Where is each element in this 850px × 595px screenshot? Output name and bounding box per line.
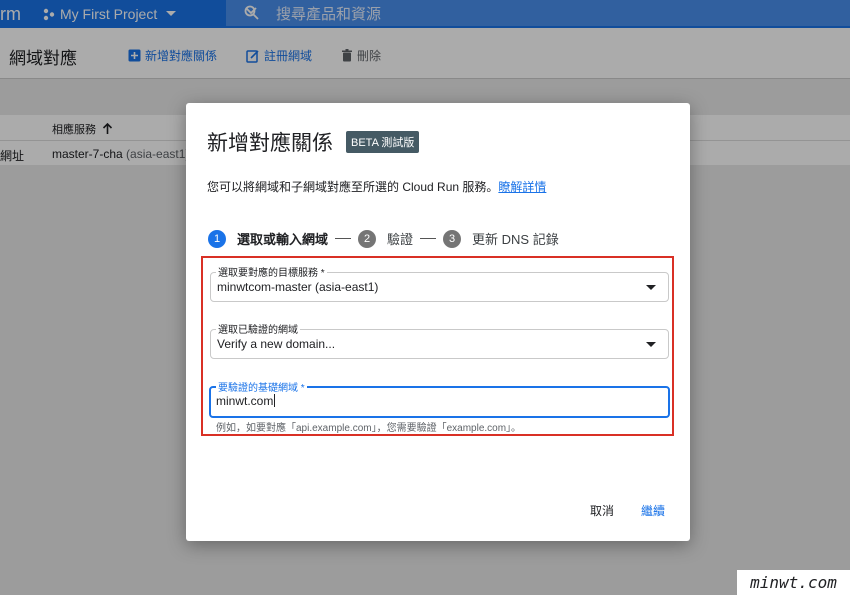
base-domain-label: 要驗證的基礎網域 *: [216, 379, 307, 394]
target-service-value: minwtcom-master (asia-east1): [217, 280, 379, 294]
step-3-label: 更新 DNS 記錄: [472, 232, 559, 247]
beta-badge: BETA 測試版: [346, 131, 420, 153]
step-divider: [335, 238, 352, 239]
dropdown-arrow-icon: [646, 342, 656, 347]
target-service-select[interactable]: 選取要對應的目標服務 * minwtcom-master (asia-east1…: [210, 264, 669, 302]
dialog-description: 您可以將網域和子網域對應至所選的 Cloud Run 服務。瞭解詳情: [207, 178, 546, 195]
watermark: minwt.com: [737, 570, 850, 595]
step-1-number: 1: [208, 229, 226, 248]
step-1-label: 選取或輸入網域: [237, 232, 329, 247]
cancel-button[interactable]: 取消: [590, 502, 614, 519]
text-cursor: [274, 394, 276, 407]
verified-domain-select[interactable]: 選取已驗證的網域 Verify a new domain...: [210, 321, 669, 359]
target-service-label: 選取要對應的目標服務 *: [216, 264, 327, 279]
base-domain-input[interactable]: 要驗證的基礎網域 * minwt.com: [209, 379, 670, 418]
verified-domain-value: Verify a new domain...: [217, 337, 336, 351]
step-2-label: 驗證: [387, 232, 414, 247]
description-text: 您可以將網域和子網域對應至所選的 Cloud Run 服務。: [207, 180, 499, 194]
step-2-number: 2: [358, 229, 377, 248]
dropdown-arrow-icon: [646, 285, 656, 290]
base-domain-field[interactable]: minwt.com: [216, 394, 276, 408]
dialog-title: 新增對應關係: [207, 132, 333, 155]
step-divider: [420, 238, 437, 239]
step-3-number: 3: [443, 229, 462, 248]
stepper: 1 選取或輸入網域 2 驗證 3 更新 DNS 記錄: [208, 229, 559, 248]
learn-more-link[interactable]: 瞭解詳情: [498, 180, 546, 194]
base-domain-value: minwt.com: [216, 394, 274, 408]
base-domain-hint: 例如，如要對應「api.example.com」，您需要驗證「example.c…: [216, 423, 522, 434]
verified-domain-label: 選取已驗證的網域: [216, 321, 300, 336]
continue-button[interactable]: 繼續: [641, 502, 665, 519]
add-mapping-dialog: 新增對應關係 BETA 測試版 您可以將網域和子網域對應至所選的 Cloud R…: [186, 103, 690, 541]
